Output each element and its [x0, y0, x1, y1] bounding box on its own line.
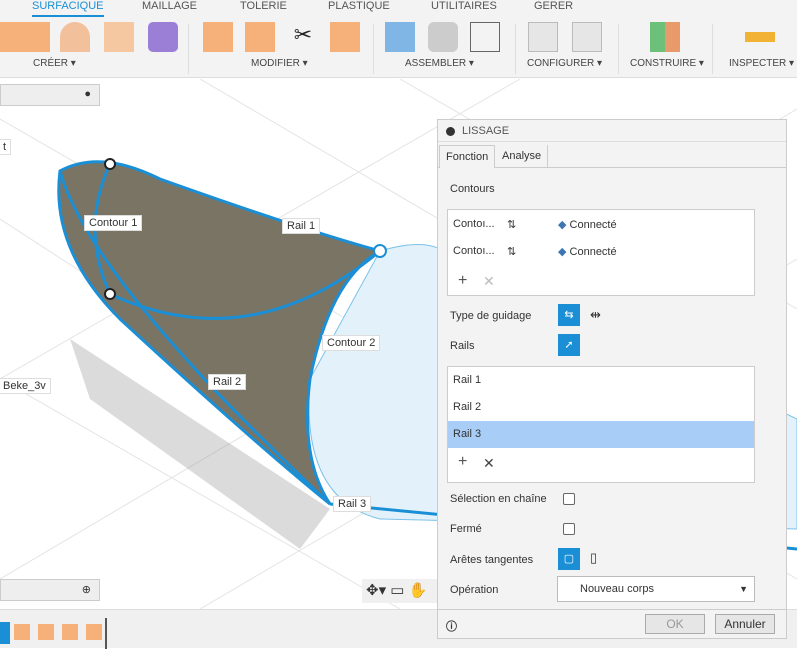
group-configurer[interactable]: CONFIGURER ▾ — [527, 58, 602, 69]
nav-bar: ✥▾ ▭ ✋ — [362, 579, 437, 603]
loft-dialog: LISSAGE Fonction Analyse Contours Contoı… — [437, 119, 787, 639]
label-rail-1[interactable]: Rail 1 — [282, 218, 321, 234]
label-contour-1[interactable]: Contour 1 — [84, 215, 143, 231]
group-creer[interactable]: CRÉER ▾ — [33, 58, 76, 69]
timeline-item[interactable] — [62, 624, 78, 640]
list-item[interactable]: Contoı... ⇅ ◆ Connecté — [453, 218, 617, 231]
timeline-item[interactable] — [14, 624, 30, 640]
contour-status: Connecté — [569, 246, 617, 258]
pan-icon[interactable]: ✋ — [409, 582, 428, 599]
contour-status: Connecté — [569, 219, 617, 231]
revolve-icon[interactable] — [60, 22, 90, 52]
tangent-keep-button[interactable]: ▯ — [590, 550, 597, 566]
rails-list: Rail 1 Rail 2 Rail 3 + ✕ — [447, 366, 755, 483]
list-item[interactable]: Rail 2 — [448, 394, 754, 421]
remove-icon: ✕ — [483, 273, 495, 289]
tab-fonction[interactable]: Fonction — [439, 145, 496, 168]
browser-panel[interactable]: ● — [0, 84, 100, 106]
tangent-merge-button[interactable]: ▢ — [558, 548, 580, 570]
tangent-label: Arêtes tangentes — [450, 554, 534, 566]
timeline-marker[interactable] — [105, 618, 107, 649]
contours-list: Contoı... ⇅ ◆ Connecté Contoı... ⇅ ◆ Connect… — [447, 209, 755, 296]
label-rail-2[interactable]: Rail 2 — [208, 374, 247, 390]
contours-label: Contours — [450, 183, 495, 195]
list-item[interactable]: Contoı... ⇅ ◆ Connecté — [453, 245, 617, 258]
ribbon-tabs: SURFACIQUE MAILLAGE TOLERIE PLASTIQUE UT… — [0, 0, 797, 18]
config-table-icon[interactable] — [572, 22, 602, 52]
group-inspecter[interactable]: INSPECTER ▾ — [729, 58, 794, 69]
scissors-icon[interactable]: ✂ — [288, 22, 318, 52]
label-contour-2[interactable]: Contour 2 — [322, 335, 381, 351]
chain-checkbox[interactable] — [563, 493, 575, 505]
extrude-icon[interactable] — [20, 22, 50, 52]
offset-icon[interactable] — [330, 22, 360, 52]
info-icon[interactable]: ⓘ — [446, 618, 457, 634]
add-icon[interactable]: + — [458, 272, 467, 290]
add-icon[interactable]: + — [458, 453, 467, 471]
label-body: Beke_3v — [0, 378, 51, 394]
closed-checkbox[interactable] — [563, 523, 575, 535]
plane-icon[interactable] — [650, 22, 680, 52]
cancel-button[interactable]: Annuler — [715, 614, 775, 634]
label-t: t — [0, 139, 12, 155]
timeline-item[interactable] — [38, 624, 54, 640]
comments-panel[interactable]: ⊕ — [0, 579, 100, 601]
tab-maillage[interactable]: MAILLAGE — [142, 0, 197, 12]
tab-surfacique[interactable]: SURFACIQUE — [32, 0, 104, 17]
tab-analyse[interactable]: Analyse — [496, 145, 549, 168]
operation-select[interactable]: Nouveau corps ▼ — [557, 576, 755, 602]
guide-rails-button[interactable]: ⇆ — [558, 304, 580, 326]
tab-plastique[interactable]: PLASTIQUE — [328, 0, 390, 12]
closed-label: Fermé — [450, 523, 482, 535]
timeline-item[interactable] — [86, 624, 102, 640]
operation-label: Opération — [450, 584, 499, 596]
joint-icon[interactable] — [428, 22, 458, 52]
ok-button[interactable]: OK — [645, 614, 705, 634]
configure-icon[interactable] — [528, 22, 558, 52]
remove-icon[interactable]: ✕ — [483, 455, 495, 472]
measure-icon[interactable] — [745, 32, 775, 42]
group-assembler[interactable]: ASSEMBLER ▾ — [405, 58, 474, 69]
sweep-icon[interactable] — [104, 22, 134, 52]
dialog-title: LISSAGE — [462, 125, 510, 137]
group-construire[interactable]: CONSTRUIRE ▾ — [630, 58, 704, 69]
orbit-icon[interactable]: ✥▾ — [366, 582, 386, 599]
tab-utilitaires[interactable]: UTILITAIRES — [431, 0, 497, 12]
tool-icon[interactable] — [0, 22, 20, 52]
rails-label: Rails — [450, 340, 475, 352]
label-rail-3[interactable]: Rail 3 — [333, 496, 372, 512]
delete-face-icon[interactable] — [245, 22, 275, 52]
bom-icon[interactable] — [470, 22, 500, 52]
guidage-label: Type de guidage — [450, 310, 532, 322]
group-modifier[interactable]: MODIFIER ▾ — [251, 58, 308, 69]
list-item[interactable]: Rail 1 — [448, 367, 754, 394]
look-at-icon[interactable]: ▭ — [390, 582, 404, 599]
list-item-selected[interactable]: Rail 3 — [448, 421, 754, 448]
ribbon-toolbar: CRÉER ▾ ✂ MODIFIER ▾ ASSEMBLER ▾ CONFIGU… — [0, 18, 797, 78]
collapse-icon[interactable] — [446, 127, 455, 136]
chain-label: Sélection en chaîne — [450, 493, 547, 505]
select-rails-button[interactable]: ➚ — [558, 334, 580, 356]
tab-gerer[interactable]: GERER — [534, 0, 573, 12]
timeline-item[interactable] — [0, 622, 10, 644]
tab-tolerie[interactable]: TOLERIE — [240, 0, 287, 12]
form-icon[interactable] — [148, 22, 178, 52]
centerline-button[interactable]: ⇹ — [590, 307, 601, 323]
new-component-icon[interactable] — [385, 22, 415, 52]
press-pull-icon[interactable] — [203, 22, 233, 52]
